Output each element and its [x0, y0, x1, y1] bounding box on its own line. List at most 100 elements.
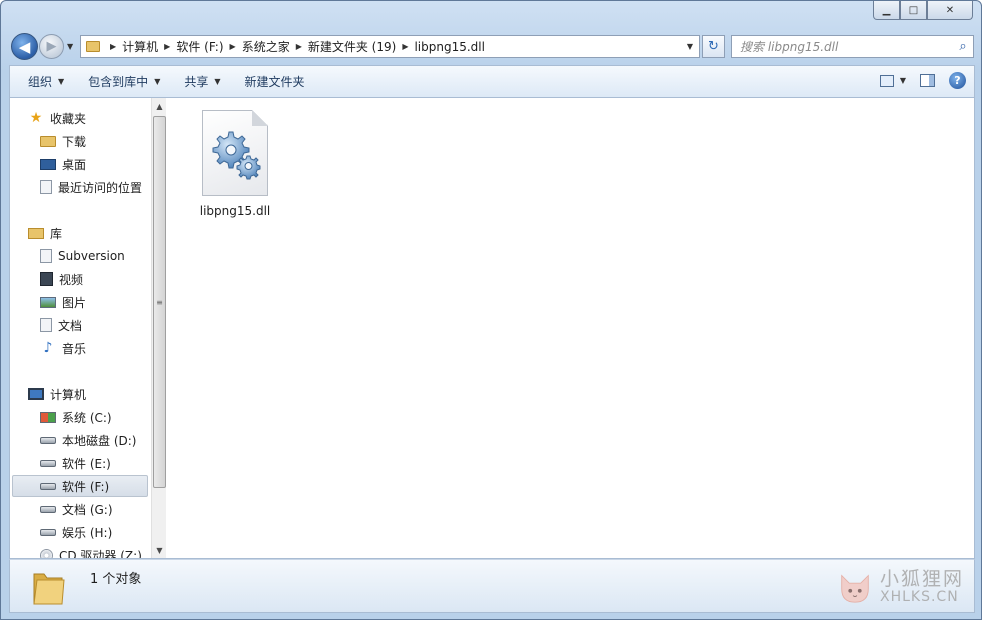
recent-pages-dropdown[interactable]: ▼ — [67, 42, 73, 51]
folder-icon — [33, 573, 65, 605]
navigation-bar: ◀ ▶ ▼ ▶ 计算机 ▶ 软件 (F:) ▶ 系统之家 ▶ 新建文件夹 (19… — [9, 33, 975, 61]
sidebar-item-label: 音乐 — [62, 341, 87, 356]
document-icon — [40, 318, 52, 332]
back-button[interactable]: ◀ — [11, 33, 38, 60]
details-pane: 1 个对象 小狐狸网 XHLKS.CN — [9, 559, 975, 613]
search-box[interactable]: 搜索 libpng15.dll ⌕ — [731, 35, 974, 58]
hard-drive-icon — [40, 459, 56, 467]
refresh-button[interactable]: ↻ — [702, 35, 725, 58]
item-count-text: 1 个对象 — [90, 572, 142, 587]
chevron-down-icon: ▼ — [214, 77, 221, 86]
search-input[interactable]: 搜索 libpng15.dll — [740, 38, 953, 55]
sidebar-item-label: 软件 (E:) — [62, 456, 111, 471]
include-in-library-button[interactable]: 包含到库中 ▼ — [76, 73, 172, 90]
breadcrumb-separator[interactable]: ▶ — [230, 42, 236, 51]
content-area: ★ 收藏夹 下载 桌面 最近访问的位置 库 Subversion 视频 图片 文… — [9, 97, 975, 559]
sidebar-item-label: 本地磁盘 (D:) — [62, 433, 137, 448]
hard-drive-icon — [40, 482, 56, 490]
sidebar-item-drive-g[interactable]: 文档 (G:) — [40, 498, 113, 520]
breadcrumb-separator[interactable]: ▶ — [110, 42, 116, 51]
hard-drive-icon — [40, 505, 56, 513]
sidebar-favorites[interactable]: ★ 收藏夹 — [28, 107, 86, 129]
sidebar-item-desktop[interactable]: 桌面 — [40, 153, 86, 175]
scroll-thumb[interactable]: ≡ — [153, 116, 166, 488]
sidebar-item-label: 视频 — [59, 272, 84, 287]
share-label: 共享 — [184, 75, 209, 89]
breadcrumb-new-folder-19[interactable]: 新建文件夹 (19) — [308, 38, 396, 55]
dll-gear-icon — [202, 110, 268, 196]
sidebar-item-documents[interactable]: 文档 — [40, 314, 82, 336]
sidebar-item-label: 软件 (F:) — [62, 479, 110, 494]
breadcrumb-libpng15[interactable]: libpng15.dll — [414, 40, 485, 54]
view-options-dropdown[interactable]: ▼ — [900, 76, 906, 85]
forward-button[interactable]: ▶ — [39, 34, 64, 59]
help-icon[interactable]: ? — [949, 72, 966, 89]
star-icon: ★ — [29, 110, 43, 126]
desktop-icon — [40, 158, 56, 170]
sidebar-item-videos[interactable]: 视频 — [40, 268, 83, 290]
watermark-en: XHLKS.CN — [879, 588, 959, 605]
command-bar: 组织 ▼ 包含到库中 ▼ 共享 ▼ 新建文件夹 ▼ ? — [9, 65, 975, 97]
sidebar-item-label: Subversion — [58, 249, 125, 263]
sidebar-item-recent-places[interactable]: 最近访问的位置 — [40, 176, 142, 198]
close-button[interactable]: ✕ — [927, 1, 973, 20]
sidebar-item-drive-c[interactable]: 系统 (C:) — [40, 406, 112, 428]
downloads-folder-icon — [40, 135, 56, 147]
grip-icon: ≡ — [156, 297, 163, 307]
sidebar-item-label: 桌面 — [62, 157, 87, 172]
navigation-pane: ★ 收藏夹 下载 桌面 最近访问的位置 库 Subversion 视频 图片 文… — [10, 98, 166, 558]
sidebar-item-label: 计算机 — [50, 387, 87, 402]
breadcrumb-computer[interactable]: 计算机 — [122, 38, 158, 55]
view-controls: ▼ ? — [879, 72, 966, 89]
breadcrumb-drive-f[interactable]: 软件 (F:) — [176, 38, 223, 55]
folder-icon — [86, 41, 100, 52]
scroll-up-button[interactable]: ▲ — [152, 98, 166, 114]
sidebar-item-downloads[interactable]: 下载 — [40, 130, 86, 152]
subversion-library-icon — [40, 249, 52, 263]
breadcrumb-separator[interactable]: ▶ — [296, 42, 302, 51]
sidebar-item-drive-z[interactable]: CD 驱动器 (Z:) — [40, 544, 142, 558]
music-note-icon: ♪ — [43, 340, 53, 356]
search-icon[interactable]: ⌕ — [953, 39, 973, 54]
system-drive-icon — [40, 411, 56, 423]
sidebar-item-label: 最近访问的位置 — [58, 180, 143, 195]
organize-label: 组织 — [28, 75, 53, 89]
fox-logo-icon — [841, 574, 869, 603]
sidebar-item-label: 收藏夹 — [50, 111, 87, 126]
sidebar-item-label: 娱乐 (H:) — [62, 525, 113, 540]
include-in-library-label: 包含到库中 — [88, 75, 149, 89]
video-icon — [40, 272, 53, 286]
share-button[interactable]: 共享 ▼ — [172, 73, 232, 90]
organize-button[interactable]: 组织 ▼ — [16, 73, 76, 90]
breadcrumb-separator[interactable]: ▶ — [402, 42, 408, 51]
chevron-down-icon: ▼ — [58, 77, 65, 86]
navigation-scrollbar[interactable]: ▲ ≡ ▼ — [151, 98, 166, 558]
scroll-down-button[interactable]: ▼ — [152, 542, 166, 558]
sidebar-item-drive-e[interactable]: 软件 (E:) — [40, 452, 111, 474]
address-history-dropdown[interactable]: ▼ — [687, 42, 693, 51]
sidebar-item-music[interactable]: ♪ 音乐 — [40, 337, 86, 359]
minimize-button[interactable]: ▁ — [873, 1, 900, 20]
gear-icon — [212, 131, 261, 180]
watermark-logo: 小狐狸网 XHLKS.CN — [836, 568, 964, 606]
sidebar-item-drive-h[interactable]: 娱乐 (H:) — [40, 521, 112, 543]
sidebar-item-drive-f[interactable]: 软件 (F:) — [12, 475, 148, 497]
breadcrumb-xitongzhijia[interactable]: 系统之家 — [242, 38, 290, 55]
sidebar-item-subversion[interactable]: Subversion — [40, 245, 125, 267]
sidebar-computer[interactable]: 计算机 — [28, 383, 86, 405]
breadcrumb-separator[interactable]: ▶ — [164, 42, 170, 51]
preview-pane-icon[interactable] — [920, 74, 935, 87]
address-bar[interactable]: ▶ 计算机 ▶ 软件 (F:) ▶ 系统之家 ▶ 新建文件夹 (19) ▶ li… — [80, 35, 700, 58]
watermark-cn: 小狐狸网 — [879, 567, 964, 590]
recent-places-icon — [40, 180, 52, 194]
sidebar-item-drive-d[interactable]: 本地磁盘 (D:) — [40, 429, 136, 451]
computer-icon — [28, 388, 44, 400]
change-view-icon[interactable] — [879, 74, 894, 87]
library-icon — [28, 227, 44, 239]
new-folder-button[interactable]: 新建文件夹 — [233, 73, 317, 90]
sidebar-item-pictures[interactable]: 图片 — [40, 291, 86, 313]
hard-drive-icon — [40, 528, 56, 536]
maximize-button[interactable]: □ — [900, 1, 927, 20]
file-item[interactable]: libpng15.dll — [195, 110, 275, 218]
sidebar-libraries[interactable]: 库 — [28, 222, 62, 244]
